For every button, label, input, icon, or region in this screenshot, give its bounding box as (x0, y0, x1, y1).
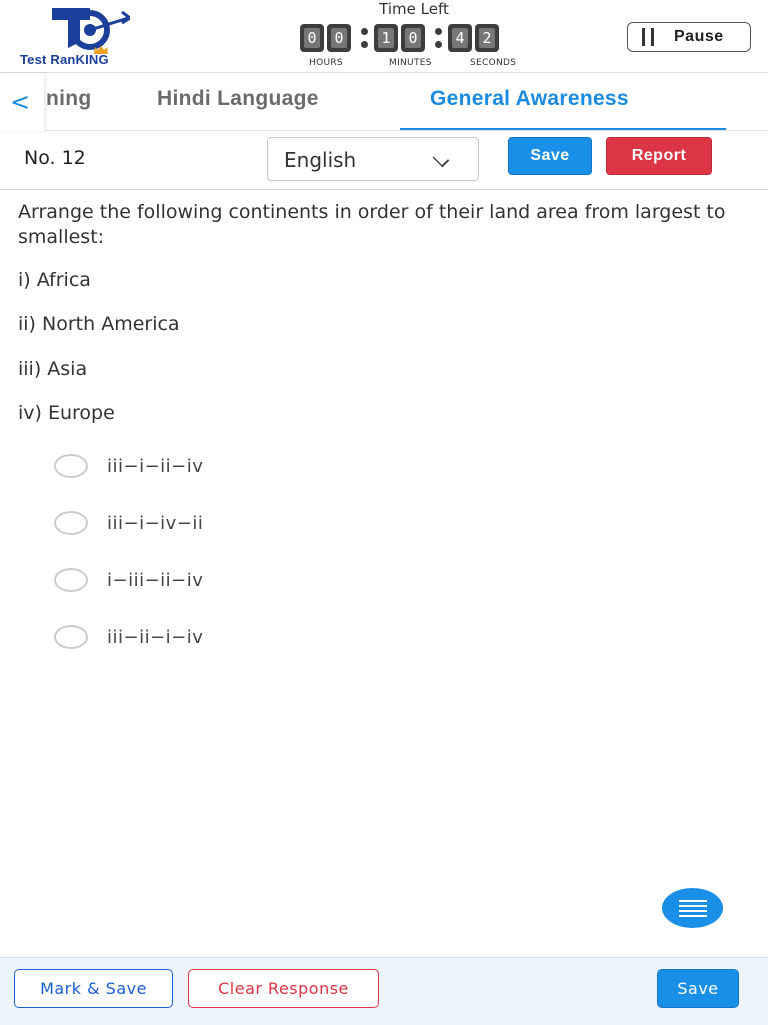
tab-reasoning[interactable]: ning (46, 87, 92, 111)
question-statement: i) Africa (18, 269, 91, 291)
mark-and-save-button[interactable]: Mark & Save (14, 969, 173, 1008)
chevron-left-icon: < (10, 88, 31, 116)
timer-colon (428, 25, 448, 51)
language-selected-value: English (284, 148, 357, 172)
section-tabs: ning Hindi Language General Awareness < (0, 73, 768, 131)
question-statement: iii) Asia (18, 358, 88, 380)
option-label: i−iii−ii−iv (107, 569, 204, 591)
language-select[interactable]: English (267, 137, 479, 181)
timer-digits: 0 0 1 0 4 2 (300, 24, 502, 52)
save-next-button[interactable]: Save (657, 969, 739, 1008)
logo-text: Test RanKING (20, 52, 109, 67)
timer-digit: 4 (448, 24, 472, 52)
question-text: Arrange the following continents in orde… (18, 201, 726, 248)
answer-option[interactable]: iii−ii−i−iv (54, 622, 203, 652)
timer-seconds-label: SECONDS (470, 58, 517, 68)
option-label: iii−ii−i−iv (107, 626, 204, 648)
timer-digit: 0 (327, 24, 351, 52)
question-number: No. 12 (24, 147, 86, 169)
pause-icon (642, 28, 660, 46)
timer-colon (354, 25, 374, 51)
logo: Test RanKING (18, 4, 148, 68)
countdown-timer: Time Left 0 0 1 0 4 2 HOURS MINUTES SECO… (296, 0, 532, 72)
radio-button[interactable] (54, 454, 88, 478)
timer-digit: 0 (401, 24, 425, 52)
timer-minutes-label: MINUTES (389, 58, 432, 68)
tab-hindi-language[interactable]: Hindi Language (157, 87, 319, 111)
answer-option[interactable]: iii−i−iv−ii (54, 508, 203, 538)
chevron-down-icon (432, 150, 450, 168)
radio-button[interactable] (54, 568, 88, 592)
tabs-scroll-left-button[interactable]: < (0, 73, 44, 131)
timer-digit: 2 (475, 24, 499, 52)
option-label: iii−i−ii−iv (107, 455, 204, 477)
question-palette-button[interactable] (662, 888, 723, 928)
pause-label: Pause (674, 28, 724, 45)
answer-option[interactable]: i−iii−ii−iv (54, 565, 203, 595)
radio-button[interactable] (54, 511, 88, 535)
radio-button[interactable] (54, 625, 88, 649)
clear-response-button[interactable]: Clear Response (188, 969, 379, 1008)
question-statement: iv) Europe (18, 402, 115, 424)
timer-digit: 0 (300, 24, 324, 52)
app-header: Test RanKING Time Left 0 0 1 0 4 2 HOURS… (0, 0, 768, 73)
question-statement: ii) North America (18, 313, 180, 335)
report-button[interactable]: Report (606, 137, 712, 175)
question-toolbar: No. 12 English Save Report (0, 131, 768, 190)
pause-button[interactable]: Pause (627, 22, 751, 52)
option-label: iii−i−iv−ii (107, 512, 204, 534)
tab-general-awareness[interactable]: General Awareness (430, 87, 629, 111)
menu-icon (678, 899, 707, 902)
timer-digit: 1 (374, 24, 398, 52)
save-button[interactable]: Save (508, 137, 592, 175)
answer-option[interactable]: iii−i−ii−iv (54, 451, 203, 481)
timer-title: Time Left (379, 0, 449, 18)
logo-target-icon (52, 8, 130, 50)
bottom-action-bar: Mark & Save Clear Response Save (0, 957, 768, 1025)
timer-hours-label: HOURS (309, 58, 343, 68)
